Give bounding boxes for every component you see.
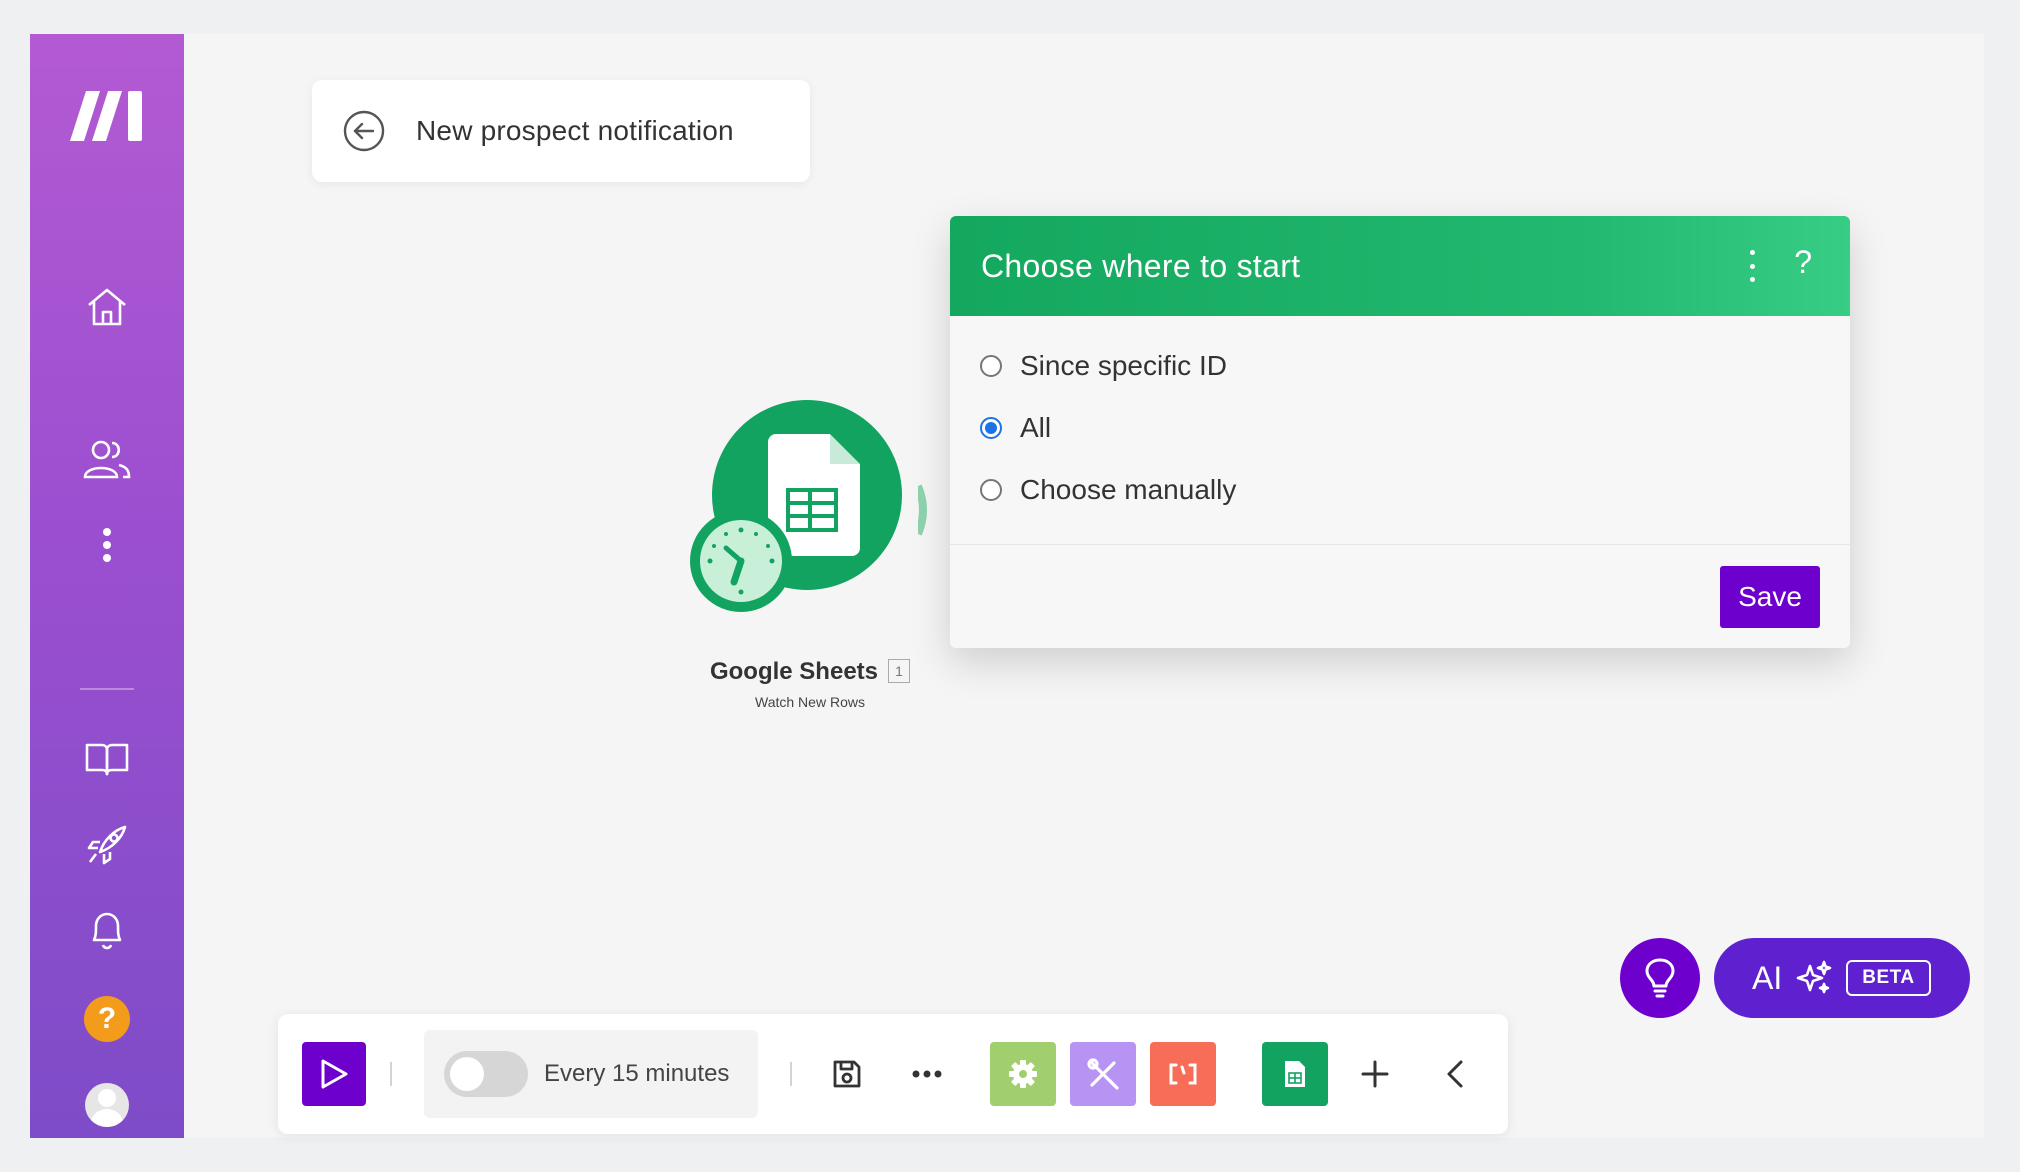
save-button[interactable]: Save xyxy=(1720,566,1820,628)
module-id-badge: 1 xyxy=(888,659,911,683)
dialog-header: Choose where to start ? xyxy=(950,216,1850,316)
dialog-help-icon[interactable]: ? xyxy=(1794,244,1812,281)
play-icon xyxy=(321,1059,348,1089)
option-label: All xyxy=(1020,412,1052,443)
module-label: Google Sheets 1 Watch New Rows xyxy=(690,658,930,710)
gear-icon[interactable] xyxy=(990,1042,1056,1106)
schedule-toggle[interactable] xyxy=(444,1051,528,1097)
clock-trigger-icon[interactable] xyxy=(690,510,792,612)
beta-badge: BETA xyxy=(1846,960,1931,996)
vertical-dots-icon[interactable] xyxy=(30,520,184,570)
tools-icon[interactable] xyxy=(1070,1042,1136,1106)
home-icon[interactable] xyxy=(30,282,184,332)
scenario-title-card: New prospect notification xyxy=(312,80,810,182)
back-arrow-icon[interactable] xyxy=(342,109,386,153)
option-choose-manually[interactable]: Choose manually xyxy=(980,474,1236,506)
radio-all[interactable] xyxy=(980,417,1002,439)
ai-label: AI xyxy=(1752,959,1783,996)
module-app-name: Google Sheets xyxy=(709,658,879,685)
bracket-icon[interactable] xyxy=(1150,1042,1216,1106)
schedule-label[interactable]: Every 15 minutes xyxy=(544,1060,729,1088)
sheets-icon[interactable] xyxy=(1262,1042,1328,1106)
ai-assistant-button[interactable]: AI BETA xyxy=(1714,938,1970,1018)
lightbulb-icon[interactable] xyxy=(1620,938,1700,1018)
option-label: Since specific ID xyxy=(1020,350,1227,381)
bottom-toolbar: Every 15 minutes xyxy=(278,1014,1508,1134)
module-connector-icon xyxy=(918,484,927,536)
sparkles-icon xyxy=(1796,960,1832,994)
save-icon[interactable] xyxy=(814,1042,880,1106)
google-sheets-module[interactable]: Google Sheets 1 Watch New Rows xyxy=(690,400,930,710)
module-action: Watch New Rows xyxy=(755,694,865,710)
choose-start-dialog: Choose where to start ? Since specific I… xyxy=(950,216,1850,648)
radio-since-specific-id[interactable] xyxy=(980,355,1002,377)
schedule-control: Every 15 minutes xyxy=(424,1030,758,1118)
dialog-menu-icon[interactable] xyxy=(1746,250,1758,282)
help-button-label: ? xyxy=(84,996,130,1042)
rocket-icon[interactable] xyxy=(30,820,184,870)
option-all[interactable]: All xyxy=(980,412,1051,444)
toolbar-divider xyxy=(790,1062,792,1086)
dialog-title: Choose where to start xyxy=(981,247,1301,284)
help-icon[interactable]: ? xyxy=(30,994,184,1044)
avatar-icon[interactable] xyxy=(30,1080,184,1130)
option-label: Choose manually xyxy=(1020,474,1237,505)
option-since-specific-id[interactable]: Since specific ID xyxy=(980,350,1227,382)
bell-icon[interactable] xyxy=(30,906,184,956)
run-once-button[interactable] xyxy=(302,1042,366,1106)
scenario-title[interactable]: New prospect notification xyxy=(416,115,734,147)
chevron-left-icon[interactable] xyxy=(1422,1042,1488,1106)
app-frame: ? New prospect notification Google Sheet… xyxy=(30,34,1984,1138)
book-icon[interactable] xyxy=(30,734,184,784)
radio-choose-manually[interactable] xyxy=(980,479,1002,501)
toolbar-divider xyxy=(390,1062,392,1086)
make-logo-icon[interactable] xyxy=(30,76,184,156)
dialog-divider xyxy=(950,544,1850,545)
plus-icon[interactable] xyxy=(1342,1042,1408,1106)
sidebar-divider xyxy=(80,688,134,690)
avatar xyxy=(85,1083,129,1127)
sidebar: ? xyxy=(30,34,184,1138)
horizontal-dots-icon[interactable] xyxy=(894,1042,960,1106)
users-icon[interactable] xyxy=(30,434,184,484)
